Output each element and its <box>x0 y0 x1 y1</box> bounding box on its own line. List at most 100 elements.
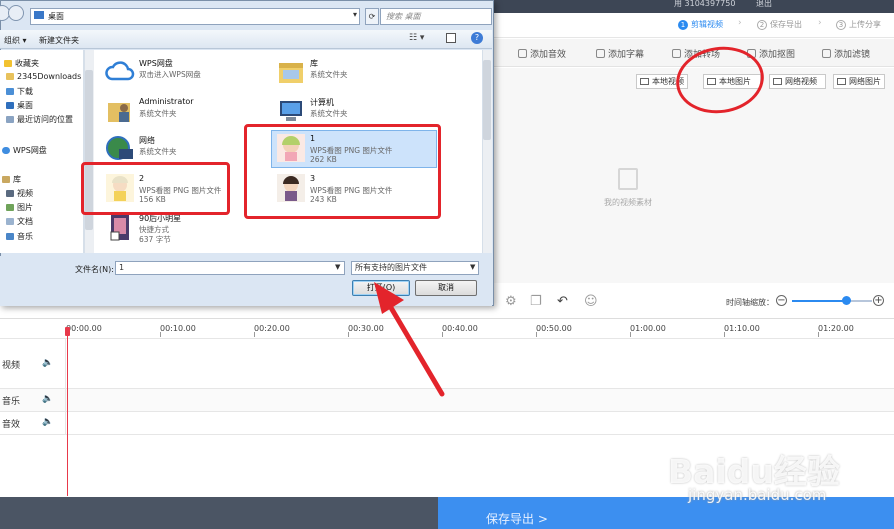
step-number: 2 <box>757 19 767 30</box>
tick-label: 00:20.00 <box>254 324 290 333</box>
sound-effect-icon <box>518 49 527 58</box>
nav-item-desktop[interactable]: 桌面 <box>6 100 33 111</box>
nav-item-downloads[interactable]: 下载 <box>6 86 33 97</box>
user-folder-icon <box>108 103 130 122</box>
nav-item-wps-cloud[interactable]: WPS网盘 <box>2 145 47 156</box>
step-upload[interactable]: 3 上传分享 <box>836 19 881 30</box>
step-bar: 1 剪辑视频 › 2 保存导出 › 3 上传分享 <box>494 13 894 38</box>
cloud-icon <box>105 61 135 81</box>
document-icon <box>6 218 14 225</box>
nav-item-videos[interactable]: 视频 <box>6 188 33 199</box>
ruler-tick <box>348 332 349 337</box>
filename-input[interactable]: 1 <box>115 261 345 275</box>
media-empty-label: 我的视频素材 <box>604 198 652 207</box>
annotation-arrow <box>374 282 445 397</box>
forward-button[interactable] <box>8 5 24 21</box>
annotation-box-image-2 <box>81 162 230 215</box>
track-header: 视频 🔈 <box>0 339 66 388</box>
ruler-tick <box>536 332 537 337</box>
new-folder-button[interactable]: 新建文件夹 <box>39 35 79 46</box>
nav-item-libraries[interactable]: 库 <box>2 174 21 185</box>
file-list-scrollbar-thumb[interactable] <box>483 60 491 140</box>
save-export-label: 保存导出 > <box>486 512 548 526</box>
tick-label: 01:20.00 <box>818 324 854 333</box>
transition-icon <box>672 49 681 58</box>
nav-item-documents[interactable]: 文档 <box>6 216 33 227</box>
preview-pane-icon[interactable] <box>446 33 456 43</box>
folder-icon <box>6 73 14 80</box>
zoom-label: 时间轴缩放： <box>726 298 774 307</box>
account-label: 用 3104397750 <box>674 0 736 8</box>
library-icon <box>279 63 303 83</box>
filename-label: 文件名(N): <box>75 265 114 274</box>
address-text: 桌面 <box>48 12 64 21</box>
ruler-tick <box>818 332 819 337</box>
app-title-bar: 用 3104397750 退出 <box>494 0 894 13</box>
emoji-icon[interactable]: ☺ <box>584 294 598 309</box>
track-header: 音效 🔈 <box>0 412 66 434</box>
zoom-out-icon[interactable]: − <box>776 295 787 306</box>
tick-label: 00:10.00 <box>160 324 196 333</box>
step-number: 3 <box>836 19 846 30</box>
online-image-button[interactable]: 网络图片 <box>833 74 885 89</box>
nav-item-recent[interactable]: 最近访问的位置 <box>6 114 73 125</box>
ruler-tick <box>630 332 631 337</box>
search-placeholder: 搜索 桌面 <box>386 12 421 21</box>
help-icon[interactable]: ? <box>471 32 483 44</box>
step-export[interactable]: 2 保存导出 <box>757 19 802 30</box>
nav-item-music[interactable]: 音乐 <box>6 231 33 242</box>
speaker-icon[interactable]: 🔈 <box>42 358 53 368</box>
add-subtitle-button[interactable]: 添加字幕 <box>596 47 644 60</box>
step-label: 上传分享 <box>849 20 881 29</box>
watermark-url: jingyan.baidu.com <box>688 486 827 504</box>
filetype-select[interactable]: 所有支持的图片文件 <box>351 261 479 275</box>
chevron-down-icon[interactable]: ▼ <box>470 263 475 271</box>
playhead-line <box>67 334 68 496</box>
recent-icon <box>6 116 14 123</box>
video-icon <box>773 78 782 85</box>
undo-icon[interactable]: ↶ <box>557 294 568 309</box>
picture-icon <box>6 204 14 211</box>
nav-item-pictures[interactable]: 图片 <box>6 202 33 213</box>
timeline-toolbar <box>494 288 894 316</box>
add-sound-effect-button[interactable]: 添加音效 <box>518 47 566 60</box>
refresh-icon[interactable]: ⟳ <box>365 8 379 25</box>
track-name: 音效 <box>2 420 21 430</box>
settings-icon[interactable]: ⚙ <box>505 294 517 309</box>
online-video-button[interactable]: 网络视频 <box>769 74 826 89</box>
step-edit[interactable]: 1 剪辑视频 <box>678 19 723 30</box>
cloud-icon <box>2 147 10 154</box>
chevron-right-icon: › <box>818 18 822 28</box>
step-label: 保存导出 <box>770 20 802 29</box>
text-icon <box>596 49 605 58</box>
ruler-tick <box>724 332 725 337</box>
nav-item-2345downloads[interactable]: 2345Downloads <box>6 72 81 81</box>
video-icon <box>640 78 649 85</box>
image-icon <box>837 78 846 85</box>
chevron-down-icon[interactable]: ▼ <box>335 263 340 271</box>
chevron-right-icon: › <box>738 18 742 28</box>
zoom-in-icon[interactable]: + <box>873 295 884 306</box>
annotation-box-images <box>244 124 441 219</box>
step-number: 1 <box>678 19 688 30</box>
bottom-bar <box>0 497 438 529</box>
address-bar[interactable] <box>30 8 360 25</box>
view-options-icon[interactable]: ☷ ▾ <box>409 33 424 43</box>
desktop-icon <box>6 102 14 109</box>
star-icon <box>4 60 12 67</box>
ruler-tick <box>160 332 161 337</box>
chevron-down-icon[interactable]: ▾ <box>353 10 357 19</box>
speaker-icon[interactable]: 🔈 <box>42 394 53 404</box>
exit-link[interactable]: 退出 <box>756 0 772 8</box>
nav-item-favorites[interactable]: 收藏夹 <box>4 58 39 69</box>
add-filter-button[interactable]: 添加滤镜 <box>822 47 870 60</box>
track-name: 视频 <box>2 361 21 371</box>
music-icon <box>6 233 14 240</box>
zoom-slider-handle[interactable] <box>842 296 851 305</box>
speaker-icon[interactable]: 🔈 <box>42 417 53 427</box>
track-name: 音乐 <box>2 397 21 407</box>
organize-menu[interactable]: 组织 ▾ <box>4 35 27 46</box>
copy-icon[interactable]: ❐ <box>530 294 542 309</box>
tick-label: 00:50.00 <box>536 324 572 333</box>
sound-effect-track[interactable]: 音效 🔈 <box>0 411 894 434</box>
